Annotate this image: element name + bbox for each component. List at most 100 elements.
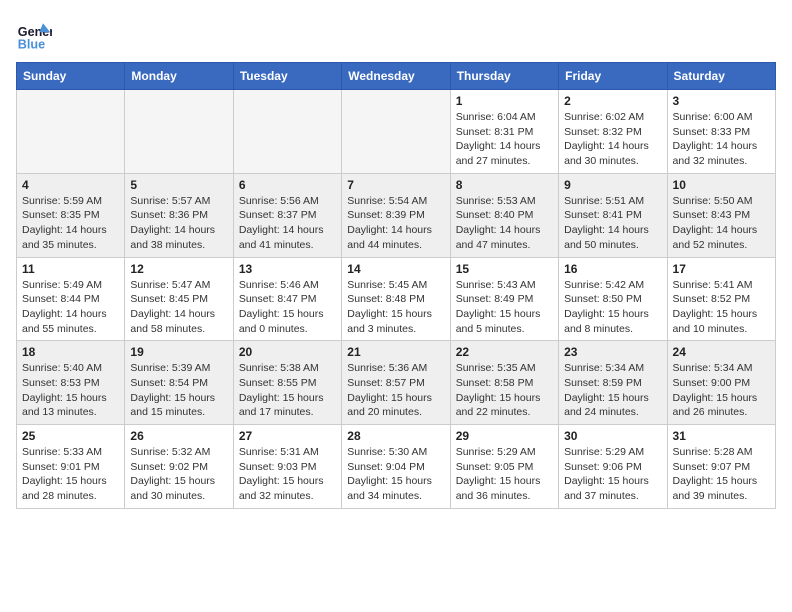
calendar-day-cell: 9Sunrise: 5:51 AM Sunset: 8:41 PM Daylig… — [559, 173, 667, 257]
day-info: Sunrise: 5:54 AM Sunset: 8:39 PM Dayligh… — [347, 194, 444, 253]
day-info: Sunrise: 5:28 AM Sunset: 9:07 PM Dayligh… — [673, 445, 770, 504]
day-number: 25 — [22, 429, 119, 443]
calendar-day-cell — [125, 90, 233, 174]
day-number: 5 — [130, 178, 227, 192]
day-info: Sunrise: 5:31 AM Sunset: 9:03 PM Dayligh… — [239, 445, 336, 504]
weekday-header: Tuesday — [233, 63, 341, 90]
calendar-day-cell: 12 Sunrise: 5:47 AM Sunset: 8:45 PM Dayli… — [125, 257, 233, 341]
calendar-week-row: 18 Sunrise: 5:40 AM Sunset: 8:53 PM Dayli… — [17, 341, 776, 425]
calendar-day-cell: 15 Sunrise: 5:43 AM Sunset: 8:49 PM Dayli… — [450, 257, 558, 341]
day-info: Sunrise: 5:41 AM Sunset: 8:52 PM Dayligh… — [673, 278, 770, 337]
day-info: Sunrise: 5:57 AM Sunset: 8:36 PM Dayligh… — [130, 194, 227, 253]
day-number: 4 — [22, 178, 119, 192]
calendar-day-cell — [342, 90, 450, 174]
calendar-day-cell: 20 Sunrise: 5:38 AM Sunset: 8:55 PM Dayli… — [233, 341, 341, 425]
day-number: 3 — [673, 94, 770, 108]
calendar-day-cell: 10 Sunrise: 5:50 AM Sunset: 8:43 PM Dayli… — [667, 173, 775, 257]
calendar-day-cell — [17, 90, 125, 174]
day-number: 26 — [130, 429, 227, 443]
day-info: Sunrise: 5:34 AM Sunset: 8:59 PM Dayligh… — [564, 361, 661, 420]
calendar-day-cell: 14Sunrise: 5:45 AM Sunset: 8:48 PM Dayli… — [342, 257, 450, 341]
day-number: 6 — [239, 178, 336, 192]
weekday-header-row: SundayMondayTuesdayWednesdayThursdayFrid… — [17, 63, 776, 90]
calendar-day-cell: 11Sunrise: 5:49 AM Sunset: 8:44 PM Dayli… — [17, 257, 125, 341]
day-info: Sunrise: 5:47 AM Sunset: 8:45 PM Dayligh… — [130, 278, 227, 337]
day-info: Sunrise: 5:29 AM Sunset: 9:06 PM Dayligh… — [564, 445, 661, 504]
day-info: Sunrise: 5:56 AM Sunset: 8:37 PM Dayligh… — [239, 194, 336, 253]
svg-text:Blue: Blue — [18, 37, 45, 51]
day-info: Sunrise: 5:40 AM Sunset: 8:53 PM Dayligh… — [22, 361, 119, 420]
day-info: Sunrise: 5:43 AM Sunset: 8:49 PM Dayligh… — [456, 278, 553, 337]
calendar-week-row: 1 Sunrise: 6:04 AM Sunset: 8:31 PM Daylig… — [17, 90, 776, 174]
calendar-day-cell: 4 Sunrise: 5:59 AM Sunset: 8:35 PM Daylig… — [17, 173, 125, 257]
day-info: Sunrise: 5:59 AM Sunset: 8:35 PM Dayligh… — [22, 194, 119, 253]
calendar-day-cell: 1 Sunrise: 6:04 AM Sunset: 8:31 PM Daylig… — [450, 90, 558, 174]
day-info: Sunrise: 5:46 AM Sunset: 8:47 PM Dayligh… — [239, 278, 336, 337]
calendar-day-cell: 25 Sunrise: 5:33 AM Sunset: 9:01 PM Dayli… — [17, 425, 125, 509]
logo-icon: General Blue — [16, 16, 52, 52]
calendar-day-cell: 18 Sunrise: 5:40 AM Sunset: 8:53 PM Dayli… — [17, 341, 125, 425]
day-number: 29 — [456, 429, 553, 443]
day-info: Sunrise: 5:30 AM Sunset: 9:04 PM Dayligh… — [347, 445, 444, 504]
weekday-header: Saturday — [667, 63, 775, 90]
calendar-day-cell: 31 Sunrise: 5:28 AM Sunset: 9:07 PM Dayli… — [667, 425, 775, 509]
day-number: 15 — [456, 262, 553, 276]
day-number: 28 — [347, 429, 444, 443]
weekday-header: Thursday — [450, 63, 558, 90]
calendar-day-cell: 21 Sunrise: 5:36 AM Sunset: 8:57 PM Dayli… — [342, 341, 450, 425]
calendar-day-cell: 26Sunrise: 5:32 AM Sunset: 9:02 PM Dayli… — [125, 425, 233, 509]
calendar-week-row: 11Sunrise: 5:49 AM Sunset: 8:44 PM Dayli… — [17, 257, 776, 341]
day-number: 8 — [456, 178, 553, 192]
weekday-header: Friday — [559, 63, 667, 90]
day-number: 17 — [673, 262, 770, 276]
day-number: 20 — [239, 345, 336, 359]
day-info: Sunrise: 5:33 AM Sunset: 9:01 PM Dayligh… — [22, 445, 119, 504]
calendar-day-cell: 22 Sunrise: 5:35 AM Sunset: 8:58 PM Dayli… — [450, 341, 558, 425]
day-info: Sunrise: 5:50 AM Sunset: 8:43 PM Dayligh… — [673, 194, 770, 253]
calendar-day-cell: 27 Sunrise: 5:31 AM Sunset: 9:03 PM Dayli… — [233, 425, 341, 509]
calendar-day-cell: 8 Sunrise: 5:53 AM Sunset: 8:40 PM Daylig… — [450, 173, 558, 257]
day-info: Sunrise: 5:36 AM Sunset: 8:57 PM Dayligh… — [347, 361, 444, 420]
day-number: 16 — [564, 262, 661, 276]
calendar-day-cell: 24Sunrise: 5:34 AM Sunset: 9:00 PM Dayli… — [667, 341, 775, 425]
day-number: 21 — [347, 345, 444, 359]
weekday-header: Monday — [125, 63, 233, 90]
calendar-day-cell — [233, 90, 341, 174]
day-info: Sunrise: 5:51 AM Sunset: 8:41 PM Dayligh… — [564, 194, 661, 253]
day-number: 31 — [673, 429, 770, 443]
day-number: 27 — [239, 429, 336, 443]
day-number: 24 — [673, 345, 770, 359]
day-number: 30 — [564, 429, 661, 443]
calendar-day-cell: 29 Sunrise: 5:29 AM Sunset: 9:05 PM Dayli… — [450, 425, 558, 509]
calendar-week-row: 25 Sunrise: 5:33 AM Sunset: 9:01 PM Dayli… — [17, 425, 776, 509]
day-info: Sunrise: 5:42 AM Sunset: 8:50 PM Dayligh… — [564, 278, 661, 337]
calendar-week-row: 4 Sunrise: 5:59 AM Sunset: 8:35 PM Daylig… — [17, 173, 776, 257]
calendar-day-cell: 28 Sunrise: 5:30 AM Sunset: 9:04 PM Dayli… — [342, 425, 450, 509]
day-number: 11 — [22, 262, 119, 276]
weekday-header: Sunday — [17, 63, 125, 90]
day-info: Sunrise: 5:35 AM Sunset: 8:58 PM Dayligh… — [456, 361, 553, 420]
day-info: Sunrise: 5:29 AM Sunset: 9:05 PM Dayligh… — [456, 445, 553, 504]
calendar-day-cell: 7 Sunrise: 5:54 AM Sunset: 8:39 PM Daylig… — [342, 173, 450, 257]
day-number: 13 — [239, 262, 336, 276]
day-number: 14 — [347, 262, 444, 276]
day-number: 7 — [347, 178, 444, 192]
day-number: 10 — [673, 178, 770, 192]
day-number: 1 — [456, 94, 553, 108]
calendar-day-cell: 30 Sunrise: 5:29 AM Sunset: 9:06 PM Dayli… — [559, 425, 667, 509]
page-header: General Blue — [16, 16, 776, 52]
day-info: Sunrise: 5:39 AM Sunset: 8:54 PM Dayligh… — [130, 361, 227, 420]
day-number: 12 — [130, 262, 227, 276]
day-number: 18 — [22, 345, 119, 359]
weekday-header: Wednesday — [342, 63, 450, 90]
calendar-day-cell: 16 Sunrise: 5:42 AM Sunset: 8:50 PM Dayli… — [559, 257, 667, 341]
day-info: Sunrise: 5:38 AM Sunset: 8:55 PM Dayligh… — [239, 361, 336, 420]
calendar-day-cell: 17 Sunrise: 5:41 AM Sunset: 8:52 PM Dayli… — [667, 257, 775, 341]
calendar-table: SundayMondayTuesdayWednesdayThursdayFrid… — [16, 62, 776, 509]
day-number: 23 — [564, 345, 661, 359]
day-info: Sunrise: 6:04 AM Sunset: 8:31 PM Dayligh… — [456, 110, 553, 169]
day-info: Sunrise: 5:53 AM Sunset: 8:40 PM Dayligh… — [456, 194, 553, 253]
calendar-day-cell: 2Sunrise: 6:02 AM Sunset: 8:32 PM Daylig… — [559, 90, 667, 174]
calendar-day-cell: 19Sunrise: 5:39 AM Sunset: 8:54 PM Dayli… — [125, 341, 233, 425]
day-number: 22 — [456, 345, 553, 359]
